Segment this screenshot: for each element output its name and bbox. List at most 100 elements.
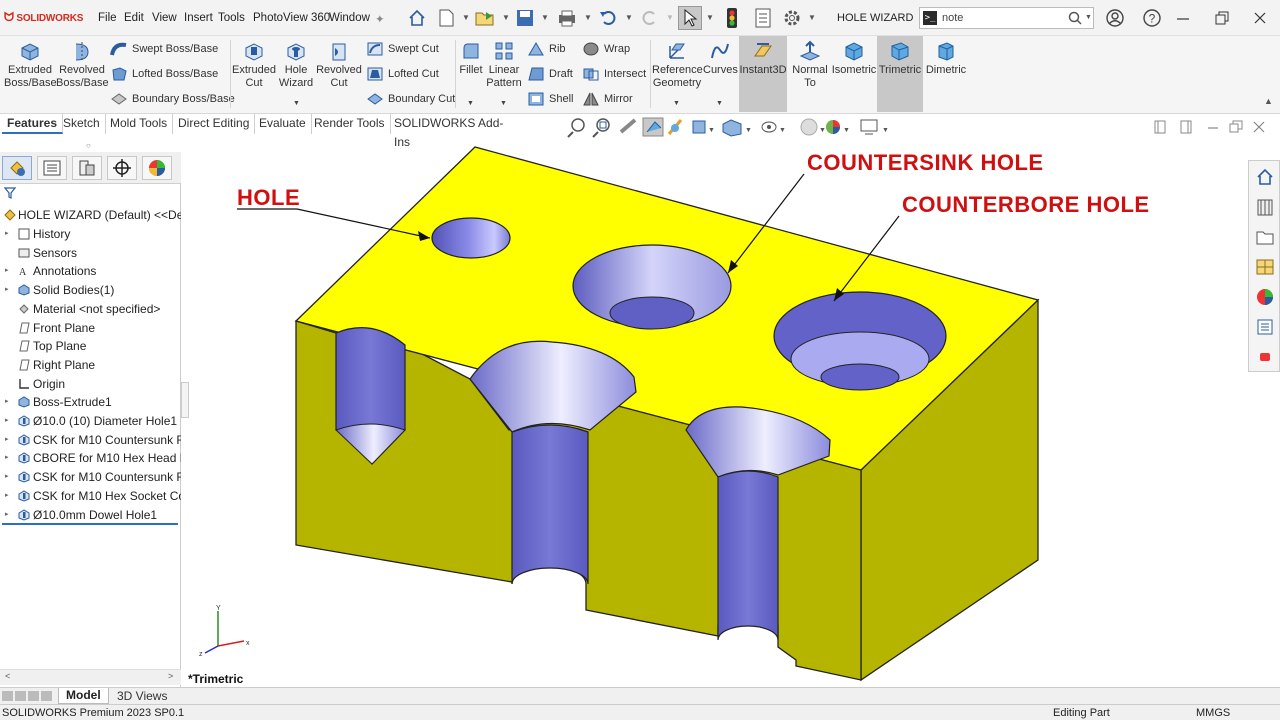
tab-scroll-arrows[interactable]	[2, 688, 58, 704]
menu-edit[interactable]: Edit	[124, 12, 144, 24]
reference-triad[interactable]: Y x z	[199, 605, 250, 658]
linear-pattern-button[interactable]: Linear Pattern	[486, 40, 522, 90]
scroll-right-icon[interactable]: >	[168, 671, 173, 681]
hide-show-items-icon[interactable]: ▼	[761, 121, 786, 134]
tree-item[interactable]: ▸ Boss-Extrude1	[0, 393, 181, 412]
menu-photoview[interactable]: PhotoView 360	[253, 12, 330, 24]
tree-item[interactable]: ▸ History	[0, 225, 181, 244]
zoom-to-area-icon[interactable]	[592, 118, 610, 138]
swept-boss-button[interactable]: Swept Boss/Base	[110, 41, 218, 57]
menu-file[interactable]: File	[98, 12, 117, 24]
tab-3d-views[interactable]: 3D Views	[112, 688, 172, 704]
expand-arrow-icon[interactable]: ▸	[5, 397, 9, 405]
section-view-icon[interactable]	[642, 117, 664, 137]
undo-icon[interactable]	[596, 6, 620, 30]
user-account-icon[interactable]	[1103, 6, 1127, 30]
graphics-area[interactable]: HOLE COUNTERSINK HOLE COUNTERBORE HOLE Y…	[182, 140, 1248, 687]
reference-geometry-dropdown-icon[interactable]: ▼	[673, 100, 680, 107]
apply-scene-icon[interactable]: ▼	[826, 120, 850, 134]
viewport-split-icon[interactable]	[1154, 120, 1166, 134]
expand-arrow-icon[interactable]: ▸	[5, 229, 9, 237]
tree-item[interactable]: Sensors	[0, 244, 181, 263]
search-dropdown-icon[interactable]: ▼	[1085, 14, 1092, 21]
tree-root-part[interactable]: HOLE WIZARD (Default) <<Default>	[0, 206, 181, 225]
file-explorer-icon[interactable]	[1253, 225, 1277, 249]
expand-arrow-icon[interactable]: ▸	[5, 491, 9, 499]
tree-item[interactable]: ▸ CBORE for M10 Hex Head Bolt	[0, 449, 181, 468]
expand-arrow-icon[interactable]: ▸	[5, 453, 9, 461]
tree-item[interactable]: Material <not specified>	[0, 300, 181, 319]
draft-button[interactable]: Draft	[527, 66, 573, 82]
rib-button[interactable]: Rib	[527, 41, 566, 57]
tree-item[interactable]: ▸ Ø10.0 (10) Diameter Hole1	[0, 412, 181, 431]
property-manager-tab-icon[interactable]	[37, 156, 67, 180]
menu-view[interactable]: View	[152, 12, 177, 24]
wrap-button[interactable]: Wrap	[582, 41, 630, 57]
tree-item[interactable]: ▸ Solid Bodies(1)	[0, 281, 181, 300]
zoom-to-fit-icon[interactable]	[567, 118, 585, 138]
redo-icon[interactable]	[638, 6, 662, 30]
display-manager-tab-icon[interactable]	[142, 156, 172, 180]
print-dropdown-icon[interactable]: ▼	[584, 13, 592, 22]
lofted-boss-button[interactable]: Lofted Boss/Base	[110, 66, 218, 82]
custom-properties-icon[interactable]	[1253, 315, 1277, 339]
pattern-dropdown-icon[interactable]: ▼	[500, 100, 507, 107]
view-settings-icon[interactable]: ▼	[860, 119, 889, 135]
fillet-dropdown-icon[interactable]: ▼	[467, 100, 474, 107]
feature-manager-tab-icon[interactable]	[2, 156, 32, 180]
lofted-cut-button[interactable]: Lofted Cut	[366, 66, 439, 82]
solidworks-logo[interactable]: ᗢ SOLIDWORKS	[4, 10, 83, 25]
pin-icon[interactable]: ✦	[375, 12, 385, 26]
viewport-close-icon[interactable]	[1253, 121, 1265, 133]
tab-model[interactable]: Model	[58, 688, 109, 704]
search-box[interactable]: >_ ▼	[919, 7, 1094, 29]
appearances-scenes-icon[interactable]	[1253, 285, 1277, 309]
reference-geometry-button[interactable]: Reference Geometry	[652, 40, 703, 90]
fillet-button[interactable]: Fillet	[457, 40, 485, 77]
design-library-icon[interactable]	[1253, 195, 1277, 219]
expand-arrow-icon[interactable]: ▸	[5, 285, 9, 293]
open-folder-icon[interactable]	[473, 6, 497, 30]
previous-view-icon[interactable]	[619, 118, 637, 134]
expand-arrow-icon[interactable]: ▸	[5, 435, 9, 443]
tree-item[interactable]: Origin	[0, 375, 181, 394]
expand-arrow-icon[interactable]: ▸	[5, 472, 9, 480]
dynamic-annotation-icon[interactable]	[667, 119, 683, 135]
mirror-button[interactable]: Mirror	[582, 91, 633, 107]
tree-item[interactable]: ▸ CSK for M10 Countersunk Flat Head	[0, 468, 181, 487]
help-icon[interactable]: ?	[1140, 6, 1164, 30]
solidworks-forum-icon[interactable]	[1253, 345, 1277, 369]
save-dropdown-icon[interactable]: ▼	[541, 13, 549, 22]
select-dropdown-icon[interactable]: ▼	[706, 13, 714, 22]
extruded-boss-button[interactable]: Extruded Boss/Base	[4, 40, 57, 90]
new-document-icon[interactable]	[434, 6, 458, 30]
tree-item[interactable]: ▸ Ø10.0mm Dowel Hole1	[0, 506, 181, 525]
tab-direct-editing[interactable]: Direct Editing	[173, 114, 256, 134]
tree-item[interactable]: Front Plane	[0, 319, 181, 338]
tree-item[interactable]: Right Plane	[0, 356, 181, 375]
restore-window-icon[interactable]	[1210, 6, 1234, 30]
new-dropdown-icon[interactable]: ▼	[462, 13, 470, 22]
tab-features[interactable]: Features	[2, 114, 64, 134]
tree-item[interactable]: ▸ CSK for M10 Hex Socket Countersunk	[0, 487, 181, 506]
tab-render-tools[interactable]: Render Tools	[309, 114, 391, 134]
hole-wizard-dropdown-icon[interactable]: ▼	[293, 100, 300, 107]
dimetric-button[interactable]: Dimetric	[923, 40, 969, 77]
dimxpert-manager-tab-icon[interactable]	[107, 156, 137, 180]
tree-item[interactable]: ▸ CSK for M10 Countersunk Flat Head	[0, 431, 181, 450]
undo-dropdown-icon[interactable]: ▼	[625, 13, 633, 22]
solidworks-resources-icon[interactable]	[1253, 165, 1277, 189]
search-input[interactable]	[942, 10, 1062, 26]
trimetric-button[interactable]: Trimetric	[877, 36, 923, 112]
open-dropdown-icon[interactable]: ▼	[502, 13, 510, 22]
configuration-manager-tab-icon[interactable]	[72, 156, 102, 180]
expand-arrow-icon[interactable]: ▸	[5, 510, 9, 518]
intersect-button[interactable]: Intersect	[582, 66, 646, 82]
view-palette-icon[interactable]	[1253, 255, 1277, 279]
close-window-icon[interactable]	[1248, 6, 1272, 30]
instant3d-button[interactable]: Instant3D	[739, 36, 787, 112]
status-units[interactable]: MMGS	[1196, 707, 1230, 719]
expand-arrow-icon[interactable]: ▸	[5, 416, 9, 424]
hole-wizard-button[interactable]: Hole Wizard	[276, 40, 316, 90]
rollback-bar[interactable]	[2, 523, 178, 526]
